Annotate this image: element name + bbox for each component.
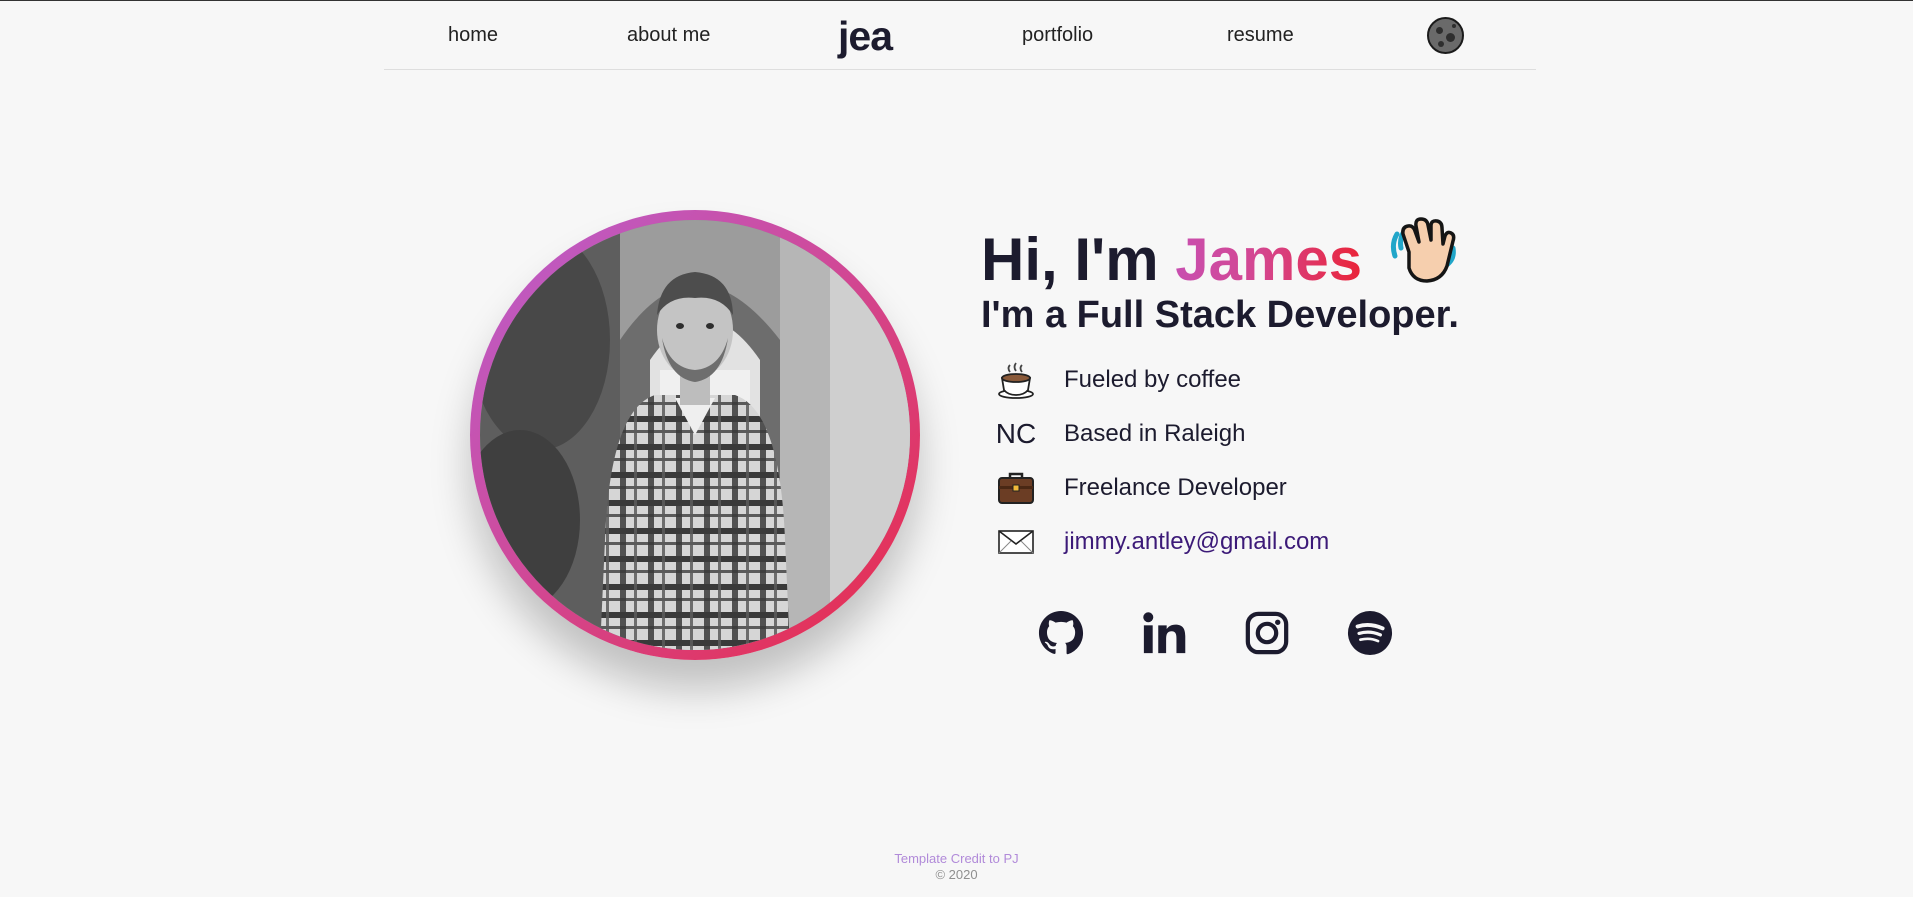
list-item: Fueled by coffee <box>996 356 1496 410</box>
email-link[interactable]: jimmy.antley@gmail.com <box>1064 528 1329 556</box>
top-navbar: home about me jea portfolio resume <box>384 1 1536 70</box>
nav-home-link[interactable]: home <box>448 24 498 47</box>
moon-crater <box>1438 41 1444 47</box>
fact-list: Fueled by coffee NC Based in Raleigh Fre… <box>996 356 1496 572</box>
envelope-icon <box>996 522 1036 562</box>
role-subtitle: I'm a Full Stack Developer. <box>981 294 1459 336</box>
moon-crater <box>1436 27 1443 34</box>
copyright-text: © 2020 <box>935 867 978 882</box>
profile-photo <box>480 220 910 650</box>
nav-portfolio-link[interactable]: portfolio <box>1022 24 1093 47</box>
greeting-heading: Hi, I'm James <box>981 214 1459 297</box>
coffee-icon <box>996 360 1036 400</box>
list-item: jimmy.antley@gmail.com <box>996 518 1496 572</box>
list-item: NC Based in Raleigh <box>996 410 1496 464</box>
instagram-icon-graphic <box>1245 611 1289 655</box>
profile-photo-illustration <box>480 220 910 650</box>
briefcase-icon <box>996 468 1036 508</box>
template-credit-link[interactable]: Template Credit to PJ <box>0 851 1913 866</box>
fact-text: Freelance Developer <box>1064 474 1287 501</box>
profile-avatar-ring <box>470 210 920 660</box>
site-logo[interactable]: jea <box>838 13 893 60</box>
hero-heading: Hi, I'm James I'm a Full Stack Developer… <box>981 214 1459 337</box>
location-state-label: NC <box>995 418 1037 449</box>
moon-crater <box>1446 33 1455 42</box>
moon-crater <box>1452 24 1456 28</box>
envelope-icon-graphic <box>998 530 1034 554</box>
github-icon-graphic <box>1038 610 1084 655</box>
nav-resume-link[interactable]: resume <box>1227 24 1294 47</box>
nav-about-link[interactable]: about me <box>627 24 710 47</box>
waving-hand-icon <box>1390 217 1456 283</box>
linkedin-icon[interactable] <box>1141 610 1187 656</box>
github-icon[interactable] <box>1038 610 1084 656</box>
greeting-prefix: Hi, I'm <box>981 226 1176 293</box>
instagram-icon[interactable] <box>1244 610 1290 656</box>
list-item: Freelance Developer <box>996 464 1496 518</box>
spotify-icon-graphic <box>1347 610 1393 656</box>
spotify-icon[interactable] <box>1347 610 1393 656</box>
fact-text: Fueled by coffee <box>1064 366 1242 393</box>
fact-text: Based in Raleigh <box>1064 420 1246 447</box>
linkedin-icon-graphic <box>1143 612 1186 654</box>
coffee-icon-graphic <box>998 362 1034 399</box>
briefcase-icon-graphic <box>998 472 1034 504</box>
dark-mode-toggle-moon-icon[interactable] <box>1427 17 1464 54</box>
greeting-name: James <box>1175 226 1363 293</box>
